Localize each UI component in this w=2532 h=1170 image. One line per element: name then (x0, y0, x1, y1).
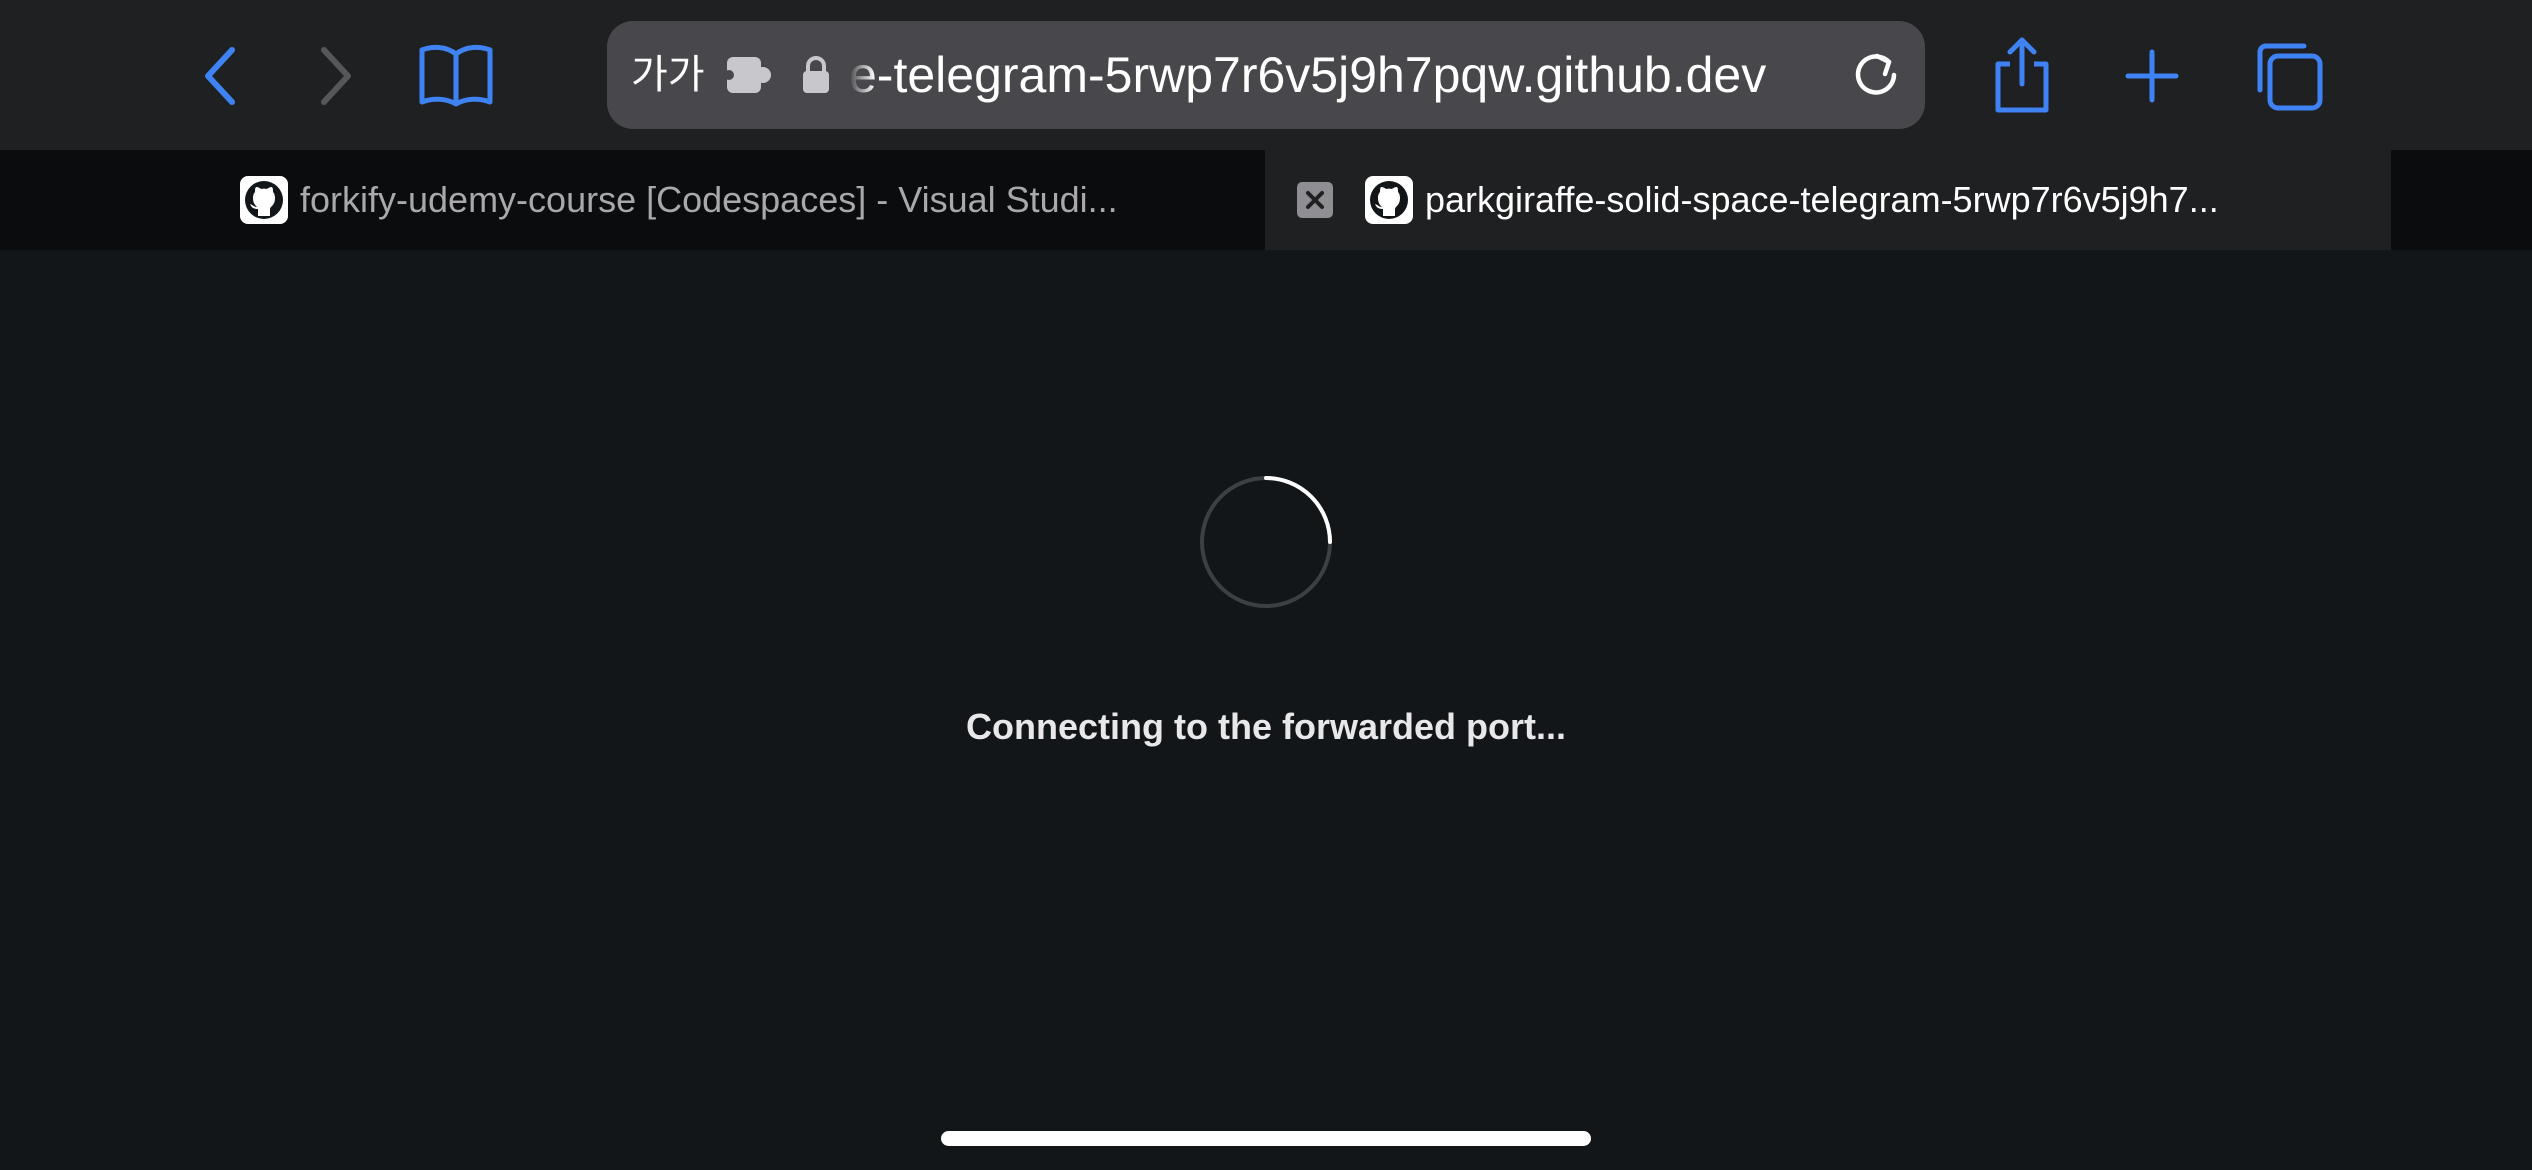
home-indicator[interactable] (941, 1131, 1591, 1146)
bookmarks-button[interactable] (418, 42, 494, 108)
share-button[interactable] (1992, 34, 2052, 114)
close-tab-button[interactable] (1297, 182, 1333, 218)
github-icon (1365, 176, 1413, 224)
tab-title: parkgiraffe-solid-space-telegram-5rwp7r6… (1425, 179, 2219, 220)
reader-view-button[interactable]: 가가 (631, 21, 705, 129)
reload-icon[interactable] (1849, 48, 1903, 107)
tab-bar: forkify-udemy-course [Codespaces] - Visu… (0, 150, 2532, 250)
puzzle-icon[interactable] (724, 55, 773, 100)
tab-title: forkify-udemy-course [Codespaces] - Visu… (300, 179, 1118, 220)
tab-parkgiraffe[interactable]: parkgiraffe-solid-space-telegram-5rwp7r6… (1265, 150, 2391, 250)
chevron-right-icon (321, 47, 351, 105)
lock-icon (801, 55, 831, 100)
tab-forkify[interactable]: forkify-udemy-course [Codespaces] - Visu… (0, 150, 1265, 250)
plus-icon (2125, 49, 2179, 103)
back-button[interactable] (196, 44, 244, 108)
address-bar[interactable]: 가가 e-telegram-5rwp7r6v5j9h7pqw.github.de… (607, 21, 1925, 129)
url-text[interactable]: e-telegram-5rwp7r6v5j9h7pqw.github.dev (849, 21, 1829, 129)
tabs-overview-icon (2257, 43, 2323, 111)
close-icon (1306, 191, 1324, 209)
share-icon (1995, 37, 2049, 113)
github-icon (240, 176, 288, 224)
status-message: Connecting to the forwarded port... (966, 706, 1566, 747)
chevron-left-icon (205, 47, 235, 105)
loading-spinner (1196, 472, 1336, 617)
forward-button[interactable] (312, 44, 360, 108)
new-tab-button[interactable] (2124, 48, 2180, 104)
book-icon (419, 44, 493, 107)
browser-toolbar: 가가 e-telegram-5rwp7r6v5j9h7pqw.github.de… (0, 0, 2532, 150)
tabs-overview-button[interactable] (2252, 40, 2324, 112)
